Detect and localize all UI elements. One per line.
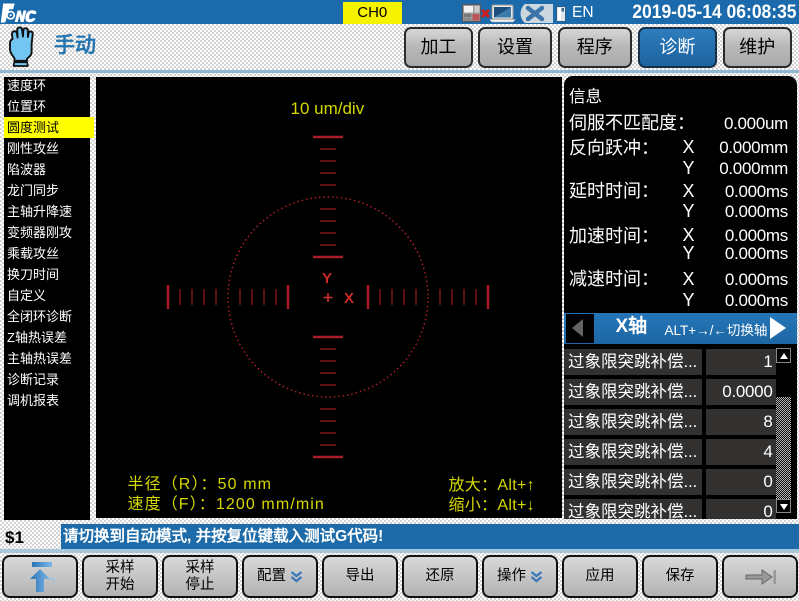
svg-text:X: X bbox=[344, 290, 354, 307]
svg-text:Y: Y bbox=[322, 270, 332, 287]
